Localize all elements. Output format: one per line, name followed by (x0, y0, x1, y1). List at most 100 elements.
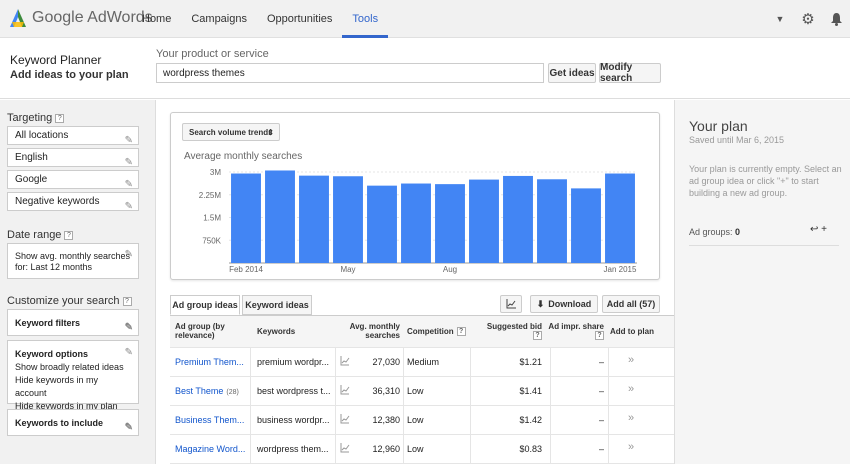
table-row[interactable]: Business Them... business wordpr... 12,380… (170, 406, 674, 435)
help-icon[interactable]: ? (64, 230, 74, 240)
main-nav: Home Campaigns Opportunities Tools (132, 0, 388, 38)
dropdown-icon[interactable]: ▼ (766, 0, 794, 38)
targeting-label: Targeting? (7, 112, 65, 124)
chart-bar[interactable] (401, 183, 431, 263)
add-to-plan-icon[interactable]: » (628, 412, 652, 424)
chart-bar[interactable] (333, 176, 363, 263)
modify-search-button[interactable]: Modify search (599, 62, 661, 84)
bell-icon[interactable] (822, 0, 850, 38)
plan-actions-icons[interactable]: ↩ + (810, 224, 827, 235)
add-to-plan-icon[interactable]: » (628, 441, 652, 453)
chart-bar[interactable] (571, 188, 601, 263)
trend-chart-icon[interactable] (340, 385, 350, 397)
download-button[interactable]: ⬇ Download (530, 295, 598, 313)
col-avg-monthly[interactable]: Avg. monthly searches (348, 322, 400, 340)
nav-home[interactable]: Home (132, 0, 181, 38)
column-divider (250, 406, 251, 435)
chart-bar[interactable] (469, 179, 499, 263)
tab-keyword-ideas[interactable]: Keyword ideas (242, 295, 312, 315)
col-add-to-plan: Add to plan (610, 327, 654, 336)
chart-icon[interactable] (500, 295, 522, 313)
help-icon[interactable]: ? (55, 113, 65, 123)
network-filter[interactable]: Google ✎ (7, 170, 139, 190)
nav-opportunities[interactable]: Opportunities (257, 0, 342, 38)
chart-card: Search volume trends ⇕ Average monthly s… (170, 112, 660, 280)
trend-chart-icon[interactable] (340, 443, 350, 455)
col-ad-group[interactable]: Ad group (by relevance) (175, 322, 245, 340)
get-ideas-button[interactable]: Get ideas (548, 63, 596, 83)
pencil-icon: ✎ (124, 322, 133, 333)
add-to-plan-icon[interactable]: » (628, 354, 652, 366)
trend-chart-icon[interactable] (340, 414, 350, 426)
keywords-cell: wordpress them... (257, 444, 329, 454)
language-filter[interactable]: English ✎ (7, 148, 139, 168)
nav-tools[interactable]: Tools (342, 0, 388, 38)
chart-bar[interactable] (605, 173, 635, 263)
column-divider (608, 435, 609, 464)
keywords-to-include[interactable]: Keywords to include ✎ (7, 409, 139, 436)
col-keywords[interactable]: Keywords (257, 327, 295, 336)
column-divider (550, 348, 551, 377)
product-input[interactable] (156, 63, 544, 83)
y-tick-label: 3M (210, 168, 221, 177)
column-divider (403, 348, 404, 377)
column-divider (403, 406, 404, 435)
date-range-line2: for: Last 12 months (15, 262, 93, 272)
col-competition[interactable]: Competition? (407, 327, 466, 337)
ad-group-link[interactable]: Business Them... (175, 415, 255, 425)
download-icon: ⬇ (536, 298, 545, 309)
customize-label: Customize your search? (7, 295, 132, 307)
chart-bar[interactable] (537, 179, 567, 263)
help-icon[interactable]: ? (595, 331, 604, 341)
chart-bar[interactable] (231, 173, 261, 263)
column-divider (550, 406, 551, 435)
column-divider (608, 377, 609, 406)
plan-empty-message: Your plan is currently empty. Select an … (689, 164, 842, 198)
help-icon[interactable]: ? (533, 331, 542, 341)
keyword-filters[interactable]: Keyword filters ✎ (7, 309, 139, 336)
ad-group-link[interactable]: Best Theme (28) (175, 386, 255, 396)
x-tick-label: Aug (443, 265, 457, 274)
tab-ad-group-ideas[interactable]: Ad group ideas (170, 295, 240, 315)
chart-bar[interactable] (435, 184, 465, 263)
keyword-options[interactable]: Keyword options Show broadly related ide… (7, 340, 139, 411)
table-row[interactable]: Premium Them... premium wordpr... 27,030 Me… (170, 348, 674, 377)
top-bar: Google AdWords Home Campaigns Opportunit… (0, 0, 850, 38)
column-divider (335, 435, 336, 464)
chart-bar[interactable] (265, 170, 295, 263)
negative-keywords-filter[interactable]: Negative keywords ✎ (7, 192, 139, 212)
ad-group-link[interactable]: Magazine Word... (175, 444, 255, 454)
col-suggested-bid[interactable]: Suggested bid? (480, 322, 542, 341)
trend-chart-icon[interactable] (340, 356, 350, 368)
page-subtitle: Add ideas to your plan (10, 69, 129, 81)
help-icon[interactable]: ? (122, 296, 132, 306)
planner-header: Keyword Planner Add ideas to your plan Y… (0, 39, 850, 99)
column-divider (335, 377, 336, 406)
col-ad-impr-share[interactable]: Ad impr. share? (548, 322, 604, 341)
chart-bar[interactable] (299, 175, 329, 263)
plan-actions[interactable]: ↩ + (810, 224, 827, 235)
ad-group-link[interactable]: Premium Them... (175, 357, 255, 367)
chart-bar[interactable] (503, 175, 533, 263)
ad-impr-share-cell: – (598, 415, 604, 425)
gear-icon[interactable]: ⚙ (794, 0, 822, 38)
table-header-row: Ad group (by relevance) Keywords Avg. mo… (170, 316, 674, 348)
x-tick-label: Jan 2015 (604, 265, 637, 274)
add-to-plan-icon[interactable]: » (628, 383, 652, 395)
column-divider (470, 348, 471, 377)
date-range-label: Date range? (7, 229, 74, 241)
column-divider (470, 435, 471, 464)
table-row[interactable]: Magazine Word... wordpress them... 12,960 L… (170, 435, 674, 464)
keywords-cell: best wordpress t... (257, 386, 331, 396)
top-icons: ▼ ⚙ (766, 0, 850, 38)
date-range-filter[interactable]: Show avg. monthly searches for: Last 12 … (7, 243, 139, 279)
table-row[interactable]: Best Theme (28) best wordpress t... 36,310 L… (170, 377, 674, 406)
add-all-button[interactable]: Add all (57) (602, 295, 660, 313)
location-filter[interactable]: All locations ✎ (7, 126, 139, 146)
column-divider (250, 435, 251, 464)
help-icon[interactable]: ? (456, 327, 466, 337)
page-title: Keyword Planner (10, 53, 102, 67)
column-divider (335, 406, 336, 435)
nav-campaigns[interactable]: Campaigns (181, 0, 257, 38)
chart-bar[interactable] (367, 185, 397, 263)
